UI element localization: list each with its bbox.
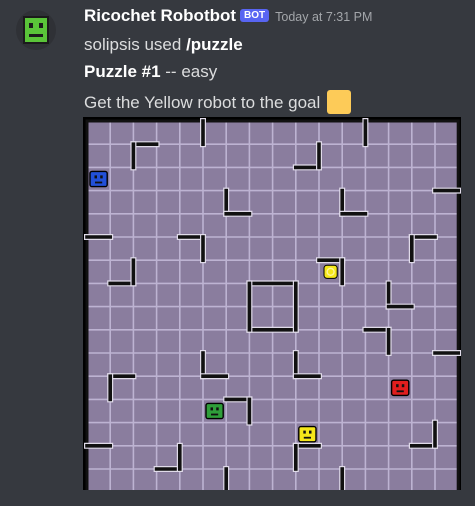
robot-mouth [211,413,219,416]
yellow-robot-icon [298,425,317,443]
bot-badge: BOT [240,9,270,22]
robot-mouth [95,181,103,184]
robot-eye [94,175,97,179]
robot-eye [401,384,405,388]
slash-command[interactable]: /puzzle [186,35,243,54]
robot-eye [396,384,399,388]
robot-eye [210,407,213,411]
puzzle-board-image[interactable] [83,117,461,490]
robot-eye [309,430,312,434]
puzzle-title-line: Puzzle #1 -- easy [84,62,217,82]
instruction-text: Get the Yellow robot to the goal [84,93,321,112]
robot-mouth [303,436,311,439]
puzzle-board [84,118,461,490]
goal-marker [323,264,338,279]
robot-mouth [396,390,404,393]
yellow-square-emoji-icon [327,90,352,114]
blue-robot-icon [89,170,108,188]
message-timestamp[interactable]: Today at 7:31 PM [275,10,372,24]
bot-avatar[interactable] [16,10,56,50]
green-robot-icon [205,402,224,420]
puzzle-difficulty: -- easy [160,62,218,81]
instruction-line: Get the Yellow robot to the goal [84,90,352,114]
robot-eye [216,407,219,411]
author-name[interactable]: Ricochet Robotbot [84,6,236,25]
robot-eye [100,175,103,179]
robot-eye [303,430,306,434]
command-line: solipsis used /puzzle [84,35,243,55]
message-header: Ricochet Robotbot BOT Today at 7:31 PM [84,6,372,26]
puzzle-title: Puzzle #1 [84,62,161,81]
red-robot-icon [390,379,410,397]
command-user-text: solipsis used [84,35,187,54]
